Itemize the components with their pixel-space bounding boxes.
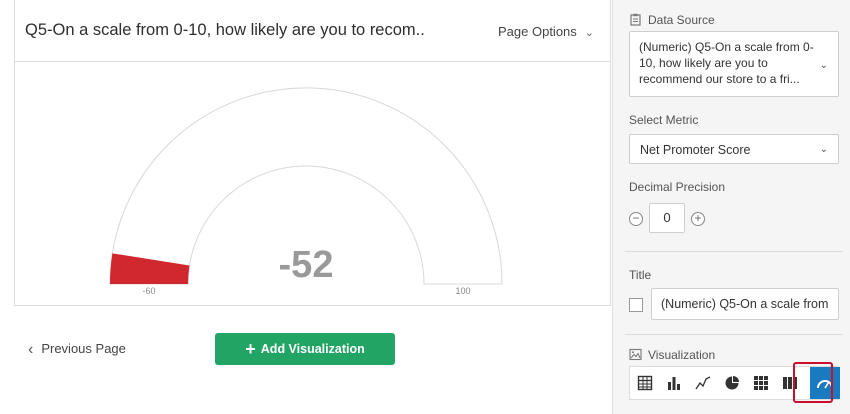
image-icon — [629, 348, 642, 361]
chevron-left-icon: ‹ — [28, 341, 34, 358]
decimal-precision-input[interactable]: 0 — [649, 203, 685, 233]
chevron-down-icon: ⌄ — [819, 144, 828, 155]
title-checkbox[interactable] — [629, 298, 643, 312]
clipboard-icon — [630, 13, 641, 26]
decimal-precision-stepper: − 0 + — [629, 203, 709, 233]
grid-icon[interactable] — [746, 367, 776, 399]
page-options-dropdown[interactable]: Page Options ⌄ — [498, 24, 594, 39]
page-options-label: Page Options — [498, 24, 577, 39]
divider — [625, 334, 843, 335]
select-metric-label: Select Metric — [629, 113, 699, 127]
data-source-label: Data Source — [648, 13, 715, 27]
visualization-label: Visualization — [648, 348, 716, 362]
line-chart-icon[interactable] — [688, 367, 718, 399]
chevron-down-icon: ⌄ — [819, 60, 828, 71]
visualization-heading: Visualization — [629, 348, 715, 362]
visualization-card: Q5-On a scale from 0-10, how likely are … — [14, 0, 611, 306]
divider — [625, 251, 843, 252]
gauge-value: -52 — [279, 244, 334, 286]
plus-icon: + — [245, 339, 256, 359]
title-label: Title — [629, 268, 652, 282]
data-source-select[interactable]: (Numeric) Q5-On a scale from 0-10, how l… — [629, 31, 839, 97]
previous-page-link[interactable]: ‹ Previous Page — [28, 341, 126, 359]
increment-button[interactable]: + — [691, 212, 705, 226]
decrement-button[interactable]: − — [629, 212, 643, 226]
data-source-heading: Data Source — [629, 13, 715, 27]
chevron-down-icon: ⌄ — [584, 27, 594, 39]
gauge-chart: -52 -60 100 — [15, 62, 610, 305]
report-canvas: Q5-On a scale from 0-10, how likely are … — [0, 0, 612, 414]
metric-select[interactable]: Net Promoter Score ⌄ — [629, 134, 839, 164]
previous-page-label: Previous Page — [41, 341, 126, 356]
add-visualization-label: Add Visualization — [260, 342, 365, 356]
add-visualization-button[interactable]: + Add Visualization — [215, 333, 395, 365]
data-source-value: (Numeric) Q5-On a scale from 0-10, how l… — [639, 40, 814, 86]
table-icon[interactable] — [630, 367, 660, 399]
gauge-min-label: -60 — [142, 286, 155, 296]
active-visualization-highlight — [793, 362, 833, 403]
decimal-precision-label: Decimal Precision — [629, 180, 726, 194]
pie-chart-icon[interactable] — [717, 367, 747, 399]
title-input[interactable]: (Numeric) Q5-On a scale from — [651, 288, 839, 320]
metric-value: Net Promoter Score — [640, 143, 751, 157]
settings-panel: Data Source (Numeric) Q5-On a scale from… — [612, 0, 850, 414]
card-title: Q5-On a scale from 0-10, how likely are … — [25, 21, 425, 39]
gauge-max-label: 100 — [455, 286, 470, 296]
bar-chart-icon[interactable] — [659, 367, 689, 399]
card-header: Q5-On a scale from 0-10, how likely are … — [15, 0, 610, 62]
gauge-svg: -52 -60 100 — [109, 87, 503, 296]
